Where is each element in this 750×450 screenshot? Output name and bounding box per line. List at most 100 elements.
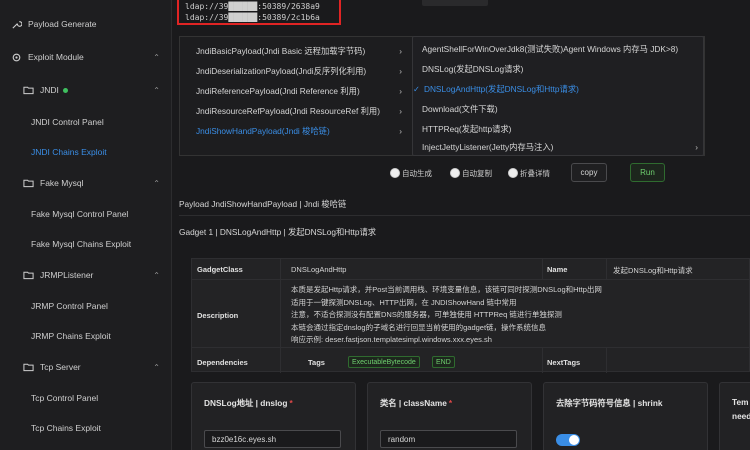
cascader-option-selected[interactable]: ✓ DNSLogAndHttp(发起DNSLog和Http请求) — [413, 79, 703, 99]
sidebar-item-label: JRMPListener — [40, 270, 94, 280]
option-label: JndiBasicPayload(Jndi Basic 远程加载字节码) — [196, 46, 366, 56]
chevron-right-icon: › — [695, 142, 698, 152]
sidebar-item-label: JNDI Control Panel — [31, 117, 104, 127]
sidebar-item-tcp-chains-exploit[interactable]: Tcp Chains Exploit — [0, 416, 172, 440]
option-label: JndiShowHandPayload(Jndi 梭哈链) — [196, 126, 330, 136]
cascader-option[interactable]: JndiReferencePayload(Jndi Reference 利用) › — [196, 81, 406, 101]
option-label: DNSLogAndHttp(发起DNSLog和Http请求) — [423, 84, 579, 94]
cascader-option[interactable]: DNSLog(发起DNSLog请求) — [422, 59, 702, 79]
tool-icon — [10, 18, 22, 30]
description-line: 适用于一键探测DNSLog、HTTP出网，在 JNDIShowHand 链中常用 — [291, 297, 517, 307]
cascader-left-menu: JndiBasicPayload(Jndi Basic 远程加载字节码) › Jn… — [180, 37, 406, 147]
chevron-right-icon: › — [399, 66, 402, 76]
gadget-title: Gadget 1 | DNSLogAndHttp | 发起DNSLog和Http… — [179, 227, 377, 237]
sidebar-item-label: JRMP Chains Exploit — [31, 331, 111, 341]
param-label: DNSLog地址 | dnslog * — [204, 398, 293, 408]
sidebar-item-tcp-server[interactable]: Tcp Server ⌃ — [0, 355, 172, 379]
sidebar-item-payload-generate[interactable]: Payload Generate — [0, 12, 172, 36]
sidebar-item-jndi-control-panel[interactable]: JNDI Control Panel — [0, 110, 172, 134]
collapse-details-radio[interactable]: 折叠详情 — [508, 166, 550, 180]
folder-icon — [22, 269, 34, 281]
description-line: 响应示例: deser.fastjson.templatesimpl.windo… — [291, 335, 492, 344]
option-label: AgentShellForWinOverJdk8(测试失败)Agent Wind… — [422, 44, 679, 54]
dnslog-input[interactable]: bzz0e16c.eyes.sh — [204, 430, 341, 448]
cascader-option[interactable]: InjectJettyListener(Jetty内存马注入) › — [422, 137, 702, 157]
radio-circle — [390, 168, 400, 178]
shrink-toggle[interactable] — [556, 434, 580, 446]
col-divider — [280, 259, 281, 373]
sidebar-item-exploit-module[interactable]: Exploit Module ⌃ — [0, 45, 172, 69]
sidebar-item-fake-mysql-chains-exploit[interactable]: Fake Mysql Chains Exploit — [0, 232, 172, 256]
cascader-option[interactable]: AgentShellForWinOverJdk8(测试失败)Agent Wind… — [422, 39, 702, 59]
radio-label: 自动复制 — [462, 168, 492, 178]
sidebar-item-fake-mysql-control-panel[interactable]: Fake Mysql Control Panel — [0, 202, 172, 226]
gadgetclass-value: DNSLogAndHttp — [291, 265, 347, 274]
sidebar-item-label: Exploit Module — [28, 52, 84, 62]
auto-copy-radio[interactable]: 自动复制 — [450, 166, 492, 180]
param-label-second-line: need — [732, 411, 750, 421]
folder-icon — [22, 177, 34, 189]
sidebar-item-tcp-control-panel[interactable]: Tcp Control Panel — [0, 386, 172, 410]
radio-circle — [508, 168, 518, 178]
dependencies-label: Dependencies — [197, 358, 248, 367]
name-label: Name — [547, 265, 568, 274]
gadget-info-table: GadgetClass DNSLogAndHttp Name 发起DNSLog和… — [191, 258, 750, 373]
chevron-right-icon: › — [399, 86, 402, 96]
classname-input[interactable]: random — [380, 430, 517, 448]
sidebar-item-label: JNDI — [40, 85, 59, 95]
description-line: 注意，不适合探测没有配置DNS的服务器，可单独使用 HTTPReq 链进行单独探… — [291, 310, 562, 319]
sidebar-item-label: Fake Mysql Control Panel — [31, 209, 129, 219]
sidebar: Payload Generate Exploit Module ⌃ JNDI ⌃… — [0, 0, 172, 450]
sidebar-item-label: Payload Generate — [28, 19, 97, 29]
cascader-option[interactable]: JndiBasicPayload(Jndi Basic 远程加载字节码) › — [196, 41, 406, 61]
sidebar-item-label: Fake Mysql Chains Exploit — [31, 239, 132, 249]
run-button[interactable]: Run — [630, 163, 665, 182]
radio-label: 自动生成 — [402, 168, 432, 178]
status-dot — [62, 87, 68, 93]
option-label: HTTPReq(发起http请求) — [422, 124, 512, 134]
option-label: DNSLog(发起DNSLog请求) — [422, 64, 524, 74]
sidebar-item-jndi-chains-exploit[interactable]: JNDI Chains Exploit — [0, 140, 172, 164]
col-divider — [606, 348, 607, 373]
description-value: 本质是发起Http请求，并Post当前调用栈、环境变量信息，该链可同时探测DNS… — [291, 284, 602, 347]
param-card-dnslog: DNSLog地址 | dnslog * bzz0e16c.eyes.sh — [191, 382, 356, 450]
sidebar-item-jndi[interactable]: JNDI ⌃ — [0, 78, 172, 102]
cascader-option-selected[interactable]: JndiShowHandPayload(Jndi 梭哈链) › — [196, 121, 406, 141]
description-line: 本质是发起Http请求，并Post当前调用栈、环境变量信息，该链可同时探测DNS… — [291, 285, 602, 294]
copy-button[interactable]: copy — [571, 163, 607, 182]
col-divider — [542, 259, 543, 279]
chevron-up-icon: ⌃ — [153, 362, 160, 372]
option-label: JndiReferencePayload(Jndi Reference 利用) — [196, 86, 360, 96]
ldap-output-highlight: ldap://39██████:50389/2638a9 ldap://39██… — [177, 0, 341, 25]
gadgetclass-label: GadgetClass — [197, 265, 243, 274]
name-value: 发起DNSLog和Http请求 — [613, 266, 693, 275]
tags-label: Tags — [308, 358, 325, 367]
cascader-option[interactable]: JndiResourceRefPayload(Jndi ResourceRef … — [196, 101, 406, 121]
sidebar-item-jrmp-chains-exploit[interactable]: JRMP Chains Exploit — [0, 324, 172, 348]
nexttags-label: NextTags — [547, 358, 581, 367]
folder-icon — [22, 361, 34, 373]
param-card-classname: 类名 | className * random — [367, 382, 532, 450]
col-divider — [542, 348, 543, 373]
sidebar-item-label: Tcp Chains Exploit — [31, 423, 101, 433]
cascader-option[interactable]: HTTPReq(发起http请求) — [422, 119, 702, 139]
sidebar-item-jrmp-control-panel[interactable]: JRMP Control Panel — [0, 294, 172, 318]
auto-generate-radio[interactable]: 自动生成 — [390, 166, 432, 180]
top-button[interactable] — [422, 0, 488, 6]
chevron-up-icon: ⌃ — [153, 178, 160, 188]
tag-badge: ExecutableBytecode — [348, 356, 420, 368]
ldap-line: ldap://39██████:50389/2638a9 — [185, 2, 320, 11]
chevron-up-icon: ⌃ — [153, 270, 160, 280]
option-label: Download(文件下载) — [422, 104, 498, 114]
cascader-right-menu: AgentShellForWinOverJdk8(测试失败)Agent Wind… — [412, 36, 704, 156]
cascader-option[interactable]: JndiDeserializationPayload(Jndi反序列化利用) › — [196, 61, 406, 81]
cascader-option[interactable]: Download(文件下载) — [422, 99, 702, 119]
chevron-up-icon: ⌃ — [153, 52, 160, 62]
payload-title: Payload JndiShowHandPayload | Jndi 梭哈链 — [179, 199, 347, 209]
sidebar-item-fake-mysql[interactable]: Fake Mysql ⌃ — [0, 171, 172, 195]
radio-label: 折叠详情 — [520, 168, 550, 178]
description-label: Description — [197, 311, 239, 320]
sidebar-item-jrmplistener[interactable]: JRMPListener ⌃ — [0, 263, 172, 287]
param-card-partial: Tem need — [719, 382, 750, 450]
chevron-right-icon: › — [399, 126, 402, 136]
